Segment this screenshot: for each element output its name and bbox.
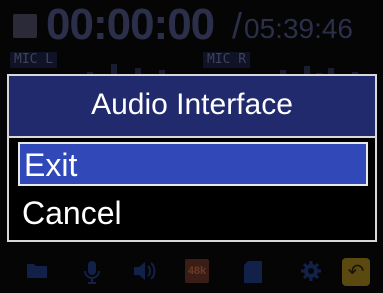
time-separator: / <box>232 5 243 46</box>
bottom-icon-bar: 48k ↶ <box>0 252 383 293</box>
dialog-divider <box>9 136 375 138</box>
remaining-time: 05:39:46 <box>244 13 354 44</box>
audio-interface-dialog: Audio Interface Exit Cancel <box>7 74 377 242</box>
meter-left-label: MIC L <box>10 52 58 68</box>
dialog-title: Audio Interface <box>9 76 375 136</box>
sd-card-icon[interactable] <box>243 260 263 289</box>
folder-icon[interactable] <box>26 260 48 285</box>
exit-option[interactable]: Exit <box>18 142 368 186</box>
cancel-option[interactable]: Cancel <box>18 192 368 236</box>
remaining-time-wrap: /05:39:46 <box>232 6 353 49</box>
elapsed-time: 00:00:00 <box>46 0 215 49</box>
sample-rate-icon[interactable]: 48k <box>185 259 209 283</box>
microphone-icon[interactable] <box>84 260 100 289</box>
back-icon[interactable]: ↶ <box>342 258 370 286</box>
gear-icon[interactable] <box>300 260 322 287</box>
meter-right-label: MIC R <box>203 52 251 68</box>
time-bar: 00:00:00 /05:39:46 <box>0 0 383 50</box>
stop-icon <box>13 14 37 38</box>
speaker-icon[interactable] <box>132 260 156 287</box>
